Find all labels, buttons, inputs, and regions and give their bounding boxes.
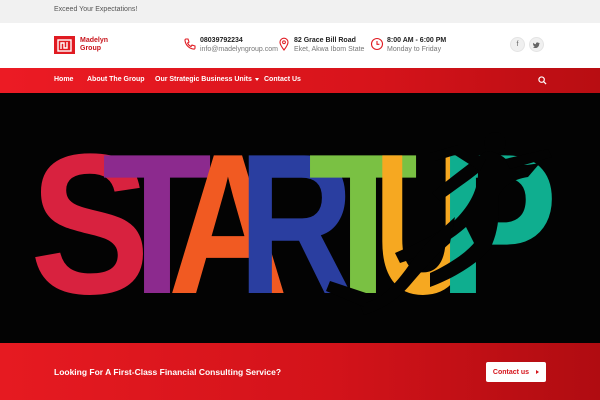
brand-name-line2: Group [80,45,101,52]
contact-hours: 8:00 AM - 6:00 PM Monday to Friday [370,36,446,55]
brand-name-line1: Madelyn [80,37,109,44]
clock-icon [370,37,384,51]
email-address[interactable]: info@madelyngroup.com [200,45,278,55]
address-line2: Eket, Akwa Ibom State [294,46,365,53]
contact-phone: 08039792234 info@madelyngroup.com [183,36,278,55]
nav-home[interactable]: Home [54,76,73,83]
tagline: Exceed Your Expectations! [54,6,138,13]
search-icon[interactable] [538,76,547,85]
map-pin-icon [279,37,289,51]
main-nav: Home About The Group Our Strategic Busin… [0,68,600,93]
site-logo[interactable]: Madelyn Group [54,36,108,54]
logo-text: Madelyn Group [80,37,108,53]
nav-contact-us[interactable]: Contact Us [264,76,301,83]
twitter-bird-icon [533,41,540,48]
business-hours: 8:00 AM - 6:00 PM [387,37,447,44]
nav-units-label: Our Strategic Business Units [155,76,252,83]
contact-us-label: Contact us [492,368,530,376]
business-days: Monday to Friday [387,46,442,53]
contact-us-button[interactable]: Contact us [486,362,546,382]
top-bar: Exceed Your Expectations! [0,0,600,23]
phone-number[interactable]: 08039792234 [200,36,278,45]
cta-text: Looking For A First-Class Financial Cons… [54,367,282,377]
contact-address: 82 Grace Bill Road Eket, Akwa Ibom State [277,36,364,55]
startup-graphic: STARTUP [30,113,558,336]
nav-strategic-business-units[interactable]: Our Strategic Business Units [155,76,259,83]
logo-icon [54,36,75,54]
facebook-icon[interactable]: f [510,37,525,52]
hero-banner: STARTUP [0,93,600,343]
chevron-down-icon [254,77,259,81]
nav-about-the-group[interactable]: About The Group [87,76,145,83]
twitter-icon[interactable] [529,37,544,52]
arrow-right-icon [536,370,540,374]
cta-banner: Looking For A First-Class Financial Cons… [0,343,600,400]
address-line1: 82 Grace Bill Road [294,37,356,44]
phone-icon [184,38,196,50]
